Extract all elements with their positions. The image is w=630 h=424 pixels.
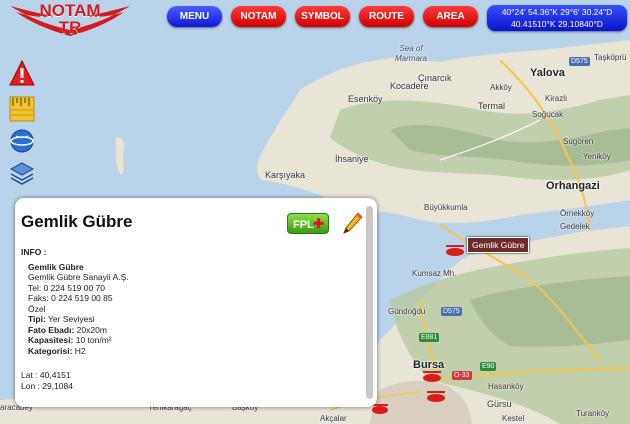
road-shield-d575a: D575	[569, 57, 590, 66]
warning-icon[interactable]	[9, 59, 35, 86]
map-label-bursa: Bursa	[413, 359, 445, 371]
map-label-termal: Termal	[478, 101, 506, 111]
popup-scroll-thumb[interactable]	[366, 206, 373, 399]
pencil-icon[interactable]	[342, 211, 364, 235]
logo-text: NOTAM TR	[30, 2, 110, 36]
map-label-turankoy: Turanköy	[576, 409, 610, 418]
map-label-gedelek: Gedelek	[560, 222, 590, 231]
route-button[interactable]: ROUTE	[359, 6, 414, 27]
heliport-marker-label[interactable]: Gemlik Gübre	[467, 237, 530, 253]
map-label-sogucak: Soğucak	[532, 110, 564, 119]
map-label-kumsaz: Kumsaz Mh.	[412, 269, 457, 278]
map-label-akcalar: Akçalar	[320, 414, 347, 423]
map-label-kocadere: Kocadere	[390, 81, 429, 91]
info-tel: Tel: 0 224 519 00 70	[28, 282, 106, 293]
menu-button[interactable]: MENU	[167, 6, 222, 27]
popup-title: Gemlik Gübre	[21, 212, 133, 231]
info-block: Gemlik Gübre Gemlik Gübre Sanayii A.Ş. T…	[28, 262, 129, 357]
info-company: Gemlik Gübre Sanayii A.Ş.	[28, 272, 129, 282]
info-popup: Gemlik Gübre FPL ✚ INFO : Gemlik Gübre G…	[15, 198, 377, 407]
map-label-kestel: Kestel	[502, 414, 525, 423]
info-size-label: Fato Ebadı:	[28, 324, 75, 335]
map-label-ornekkoy: Örnekköy	[560, 209, 595, 218]
globe-icon[interactable]	[9, 128, 35, 154]
info-category-label: Kategorisi:	[28, 345, 73, 356]
coord-decimal: 40.41510°K 29.10840°D	[511, 19, 603, 29]
coord-dms: 40°24' 54.36"K 29°6' 30.24"D	[501, 7, 613, 17]
map-label-akkoy: Akköy	[490, 83, 512, 92]
map-label-gursu: Gürsu	[487, 399, 512, 409]
map-label-esenkoy: Esenköy	[348, 94, 383, 104]
info-size-value: 20x20m	[76, 324, 107, 335]
map-label-taskopru: Taşköprü	[594, 53, 627, 62]
map-label-karsiyaka: Karşıyaka	[265, 170, 306, 180]
map-label-sugoren: Sugören	[563, 137, 594, 146]
info-ownership: Özel	[28, 303, 46, 314]
info-capacity-value: 10 ton/m²	[75, 335, 112, 345]
map-label-hasankoy: Hasanköy	[488, 382, 524, 391]
popup-scrollbar[interactable]	[366, 206, 373, 399]
notam-button[interactable]: NOTAM	[231, 6, 286, 27]
info-type-value: Yer Seviyesi	[48, 314, 95, 324]
info-fax: Faks: 0 224 519 00 85	[28, 293, 113, 303]
road-shield-o33: O-33	[452, 371, 472, 380]
notam-tr-logo[interactable]: NOTAM TR	[8, 0, 132, 44]
map-label-buyukkumla: Büyükkumla	[424, 203, 468, 212]
info-size-row: Fato Ebadı: 20x20m	[28, 325, 129, 336]
road-shield-e90: E90	[480, 362, 497, 371]
info-heading: INFO :	[21, 247, 47, 257]
info-capacity-label: Kapasitesi:	[28, 335, 74, 345]
map-label-sea: Sea of Marmara	[395, 44, 427, 64]
info-type-label: Tipi:	[28, 314, 46, 324]
layers-icon[interactable]	[9, 160, 35, 186]
popup-body: INFO : Gemlik Gübre Gemlik Gübre Sanayii…	[21, 247, 129, 391]
map-label-orhangazi: Orhangazi	[546, 180, 600, 192]
fpl-label: FPL	[293, 219, 314, 231]
ruler-icon[interactable]	[9, 96, 35, 122]
sea-label-line1: Sea of	[399, 44, 423, 53]
info-capacity-row: Kapasitesi: 10 ton/m²	[28, 335, 129, 346]
info-lon: Lon : 29,1084	[21, 380, 73, 391]
map-label-yalova: Yalova	[530, 67, 565, 79]
info-category-row: Kategorisi: H2	[28, 346, 129, 357]
info-lat: Lat : 40,4151	[21, 370, 71, 380]
sea-label-line2: Marmara	[395, 54, 428, 63]
road-shield-e881: E881	[419, 333, 440, 342]
area-button[interactable]: AREA	[423, 6, 478, 27]
map-label-ihsaniye: İhsaniye	[335, 154, 369, 164]
coordinate-readout: 40°24' 54.36"K 29°6' 30.24"D 40.41510°K …	[487, 5, 627, 31]
map-label-gundogdu: Gündoğdu	[388, 307, 426, 316]
map-label-yenikoy: Yeniköy	[583, 152, 611, 161]
plus-icon: ✚	[313, 216, 324, 231]
info-category-value: H2	[74, 345, 86, 356]
road-shield-d575b: D575	[441, 307, 462, 316]
map-label-kirazli: Kirazlı	[545, 94, 568, 103]
info-type-row: Tipi: Yer Seviyesi	[28, 314, 129, 325]
symbol-button[interactable]: SYMBOL	[295, 6, 350, 27]
info-name: Gemlik Gübre	[28, 261, 84, 272]
logo-line2: TR	[58, 18, 82, 37]
fpl-add-button[interactable]: FPL ✚	[287, 213, 329, 234]
